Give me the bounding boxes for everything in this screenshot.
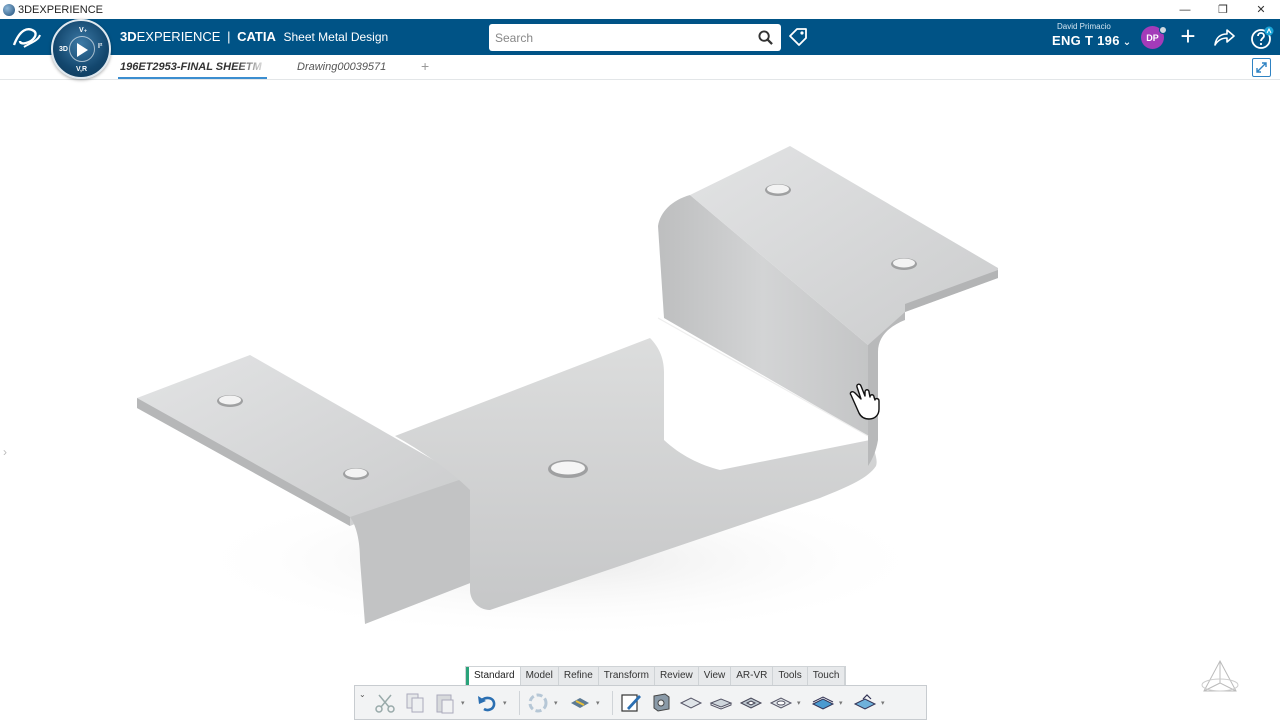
brand-role: Sheet Metal Design: [283, 30, 389, 44]
tab-view[interactable]: View: [699, 667, 732, 685]
add-tab-button[interactable]: +: [421, 58, 429, 74]
paste-dropdown-icon[interactable]: ▾: [461, 699, 469, 707]
share-icon[interactable]: [1213, 27, 1235, 47]
expand-icon[interactable]: [1252, 58, 1271, 77]
compass-vr-quadrant[interactable]: V,R: [76, 66, 87, 73]
tab-review[interactable]: Review: [655, 667, 699, 685]
chevron-down-icon: ⌄: [1122, 37, 1132, 48]
unfold-icon[interactable]: [851, 689, 879, 717]
action-bar-toggle[interactable]: ⌄: [359, 690, 371, 699]
add-button[interactable]: +: [1176, 23, 1200, 50]
update-icon[interactable]: [524, 689, 552, 717]
top-bar: 3DEXPERIENCE | CATIA Sheet Metal Design …: [0, 19, 1280, 55]
dassault-logo-icon[interactable]: [10, 25, 42, 51]
tab-fade: [236, 59, 268, 75]
stamp-icon[interactable]: [809, 689, 837, 717]
flange-icon[interactable]: [677, 689, 705, 717]
stamp-dropdown-icon[interactable]: ▾: [839, 699, 847, 707]
wall-icon[interactable]: [647, 689, 675, 717]
hand-pointer-cursor-icon: [849, 383, 880, 420]
search-icon[interactable]: [758, 30, 773, 45]
parameters-dropdown-icon[interactable]: ▾: [596, 699, 604, 707]
window-title: 3DEXPERIENCE: [18, 3, 103, 16]
action-bar: ⌄ ▾ ▾ ▾ ▾ ▾ ▾ ▾: [354, 685, 927, 720]
tenant-selector[interactable]: ENG T 196 ⌄: [1052, 33, 1131, 48]
compass-3d-quadrant[interactable]: 3D: [59, 46, 68, 53]
copy-icon[interactable]: [401, 689, 429, 717]
side-panel-toggle-icon[interactable]: ›: [3, 445, 7, 459]
search-input[interactable]: [495, 28, 745, 47]
sheet-metal-parameters-icon[interactable]: [566, 689, 594, 717]
minimize-button[interactable]: —: [1166, 0, 1204, 19]
tab-tools[interactable]: Tools: [773, 667, 808, 685]
tab-drawing[interactable]: Drawing00039571: [297, 61, 386, 73]
tab-model[interactable]: Model: [521, 667, 559, 685]
3d-viewport[interactable]: › ◢: [0, 81, 1280, 720]
window-title-bar: 3DEXPERIENCE — ❐ ✕: [0, 0, 1280, 19]
sheet-metal-part-model[interactable]: [0, 81, 1280, 720]
window-controls: — ❐ ✕: [1166, 0, 1280, 19]
help-icon[interactable]: [1250, 26, 1274, 50]
bend-icon[interactable]: [707, 689, 735, 717]
hole-icon[interactable]: [767, 689, 795, 717]
separator: [612, 690, 613, 715]
tab-standard[interactable]: Standard: [466, 667, 521, 685]
3dexperience-app-icon: [3, 3, 15, 16]
tab-touch[interactable]: Touch: [808, 667, 846, 685]
brand-app: CATIA: [237, 29, 276, 44]
user-menu[interactable]: David Primacio ENG T 196 ⌄: [1052, 22, 1131, 48]
undo-dropdown-icon[interactable]: ▾: [503, 699, 511, 707]
action-bar-sections: Standard Model Refine Transform Review View AR…: [465, 666, 847, 685]
document-tab-bar: 196ET2953-FINAL SHEETM Drawing00039571 +: [0, 55, 1280, 80]
undo-icon[interactable]: [473, 689, 501, 717]
brand-prefix: 3D: [120, 29, 137, 44]
3d-orientation-compass-icon[interactable]: [1196, 655, 1244, 703]
hole-dropdown-icon[interactable]: ▾: [797, 699, 805, 707]
cut-icon[interactable]: [371, 689, 399, 717]
unfold-dropdown-icon[interactable]: ▾: [881, 699, 889, 707]
compass-widget[interactable]: V₊ 3D I² V,R: [51, 19, 111, 79]
compass-social-quadrant[interactable]: V₊: [79, 26, 87, 34]
user-name: David Primacio: [1057, 22, 1111, 31]
tag-icon[interactable]: [788, 27, 808, 47]
search-box: [489, 24, 781, 51]
separator: [519, 690, 520, 715]
restore-button[interactable]: ❐: [1204, 0, 1242, 19]
update-dropdown-icon[interactable]: ▾: [554, 699, 562, 707]
active-tab-indicator: [118, 77, 267, 79]
play-icon[interactable]: [77, 43, 88, 57]
paste-icon[interactable]: [431, 689, 459, 717]
tab-transform[interactable]: Transform: [599, 667, 655, 685]
close-button[interactable]: ✕: [1242, 0, 1280, 19]
tab-refine[interactable]: Refine: [559, 667, 599, 685]
tenant-label: ENG T 196: [1052, 33, 1120, 48]
cutout-icon[interactable]: [737, 689, 765, 717]
catia-app: 3DEXPERIENCE — ❐ ✕ 3DEXPERIENCE | CATIA …: [0, 0, 1280, 720]
compass-info-quadrant[interactable]: I²: [98, 43, 102, 50]
tab-ar-vr[interactable]: AR-VR: [731, 667, 774, 685]
brand-main: EXPERIENCE: [136, 29, 221, 44]
sketch-icon[interactable]: [617, 689, 645, 717]
brand-title: 3DEXPERIENCE | CATIA Sheet Metal Design: [120, 29, 388, 44]
presence-status-icon: [1159, 26, 1167, 34]
brand-separator: |: [227, 29, 231, 44]
